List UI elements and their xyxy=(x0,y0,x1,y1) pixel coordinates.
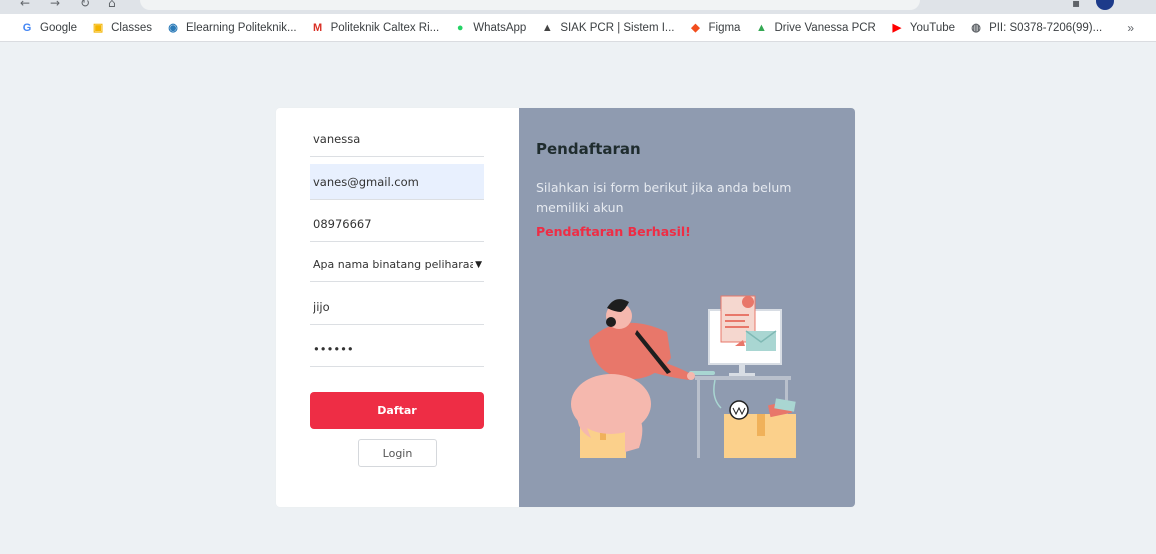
security-question-value: Apa nama binatang peliharaan xyxy=(313,258,474,271)
chevron-down-icon: ▼ xyxy=(475,259,482,270)
monitor-base xyxy=(729,373,755,376)
info-panel: Pendaftaran Silahkan isi form berikut ji… xyxy=(519,108,855,507)
more-bookmarks-icon[interactable]: » xyxy=(1127,21,1134,35)
login-button[interactable]: Login xyxy=(358,439,437,467)
profile-avatar[interactable] xyxy=(1096,0,1114,10)
bookmark-label: Google xyxy=(40,21,78,34)
bookmark-gmail[interactable]: M Politeknik Caltex Ri... xyxy=(311,21,440,35)
drive-icon: ▲ xyxy=(756,21,767,34)
bookmark-label: Politeknik Caltex Ri... xyxy=(330,21,440,34)
name-input[interactable] xyxy=(310,121,484,157)
bookmark-classroom[interactable]: ▣ Classes xyxy=(91,21,152,35)
bookmark-label: Elearning Politeknik... xyxy=(186,21,297,34)
bookmark-drive[interactable]: ▲ Drive Vanessa PCR xyxy=(754,21,876,35)
bookmark-youtube[interactable]: ▶ YouTube xyxy=(890,21,955,35)
whatsapp-icon: ● xyxy=(456,21,464,34)
bookmark-siak[interactable]: ▲ SIAK PCR | Sistem I... xyxy=(540,21,675,35)
home-icon[interactable]: ⌂ xyxy=(108,0,116,10)
bookmark-elearning[interactable]: ◉ Elearning Politeknik... xyxy=(166,21,297,35)
bookmark-label: WhatsApp xyxy=(473,21,527,34)
registration-form: Apa nama binatang peliharaan ▼ Daftar Lo… xyxy=(276,108,519,507)
gmail-icon: M xyxy=(313,21,323,34)
youtube-icon: ▶ xyxy=(892,22,902,34)
bookmark-label: Classes xyxy=(111,21,152,34)
globe-icon: ◍ xyxy=(971,22,981,34)
bookmarks-bar: G Google ▣ Classes ◉ Elearning Politeknik... M… xyxy=(0,14,1156,42)
desk-top xyxy=(695,376,791,380)
bookmark-label: YouTube xyxy=(909,21,956,34)
bookmark-label: Figma xyxy=(708,21,741,34)
security-answer-input[interactable] xyxy=(310,289,484,325)
security-question-select[interactable]: Apa nama binatang peliharaan ▼ xyxy=(310,248,484,282)
google-icon: G xyxy=(22,21,32,34)
bookmark-label: SIAK PCR | Sistem I... xyxy=(560,21,675,34)
email-input[interactable] xyxy=(310,164,484,200)
reload-icon[interactable]: ↻ xyxy=(80,0,90,10)
cat-head xyxy=(729,400,749,420)
bookmark-whatsapp[interactable]: ● WhatsApp xyxy=(453,21,526,35)
figma-icon: ◆ xyxy=(691,22,700,34)
browser-toolbar: ← → ↻ ⌂ ▪ xyxy=(0,0,1156,14)
phone-input[interactable] xyxy=(310,206,484,242)
bookmark-google[interactable]: G Google xyxy=(20,21,77,35)
siak-icon: ▲ xyxy=(541,21,553,34)
registration-illustration xyxy=(571,295,796,458)
bookmark-figma[interactable]: ◆ Figma xyxy=(689,21,741,35)
document-avatar xyxy=(742,296,754,308)
bookmark-label: Drive Vanessa PCR xyxy=(774,21,876,34)
password-input[interactable] xyxy=(310,331,484,367)
puzzle-icon[interactable]: ▪ xyxy=(1072,0,1080,10)
desk-leg-left xyxy=(697,380,700,458)
daftar-button[interactable]: Daftar xyxy=(310,392,484,429)
back-icon[interactable]: ← xyxy=(20,0,30,10)
bookmark-label: PII: S0378-7206(99)... xyxy=(989,21,1103,34)
bookmark-globe[interactable]: ◍ PII: S0378-7206(99)... xyxy=(969,21,1102,35)
forward-icon[interactable]: → xyxy=(50,0,60,10)
classroom-icon: ▣ xyxy=(92,22,104,34)
registration-card: Apa nama binatang peliharaan ▼ Daftar Lo… xyxy=(276,108,855,507)
address-bar[interactable] xyxy=(140,0,920,10)
monitor-stand xyxy=(739,364,745,374)
elearning-icon: ◉ xyxy=(168,22,178,34)
